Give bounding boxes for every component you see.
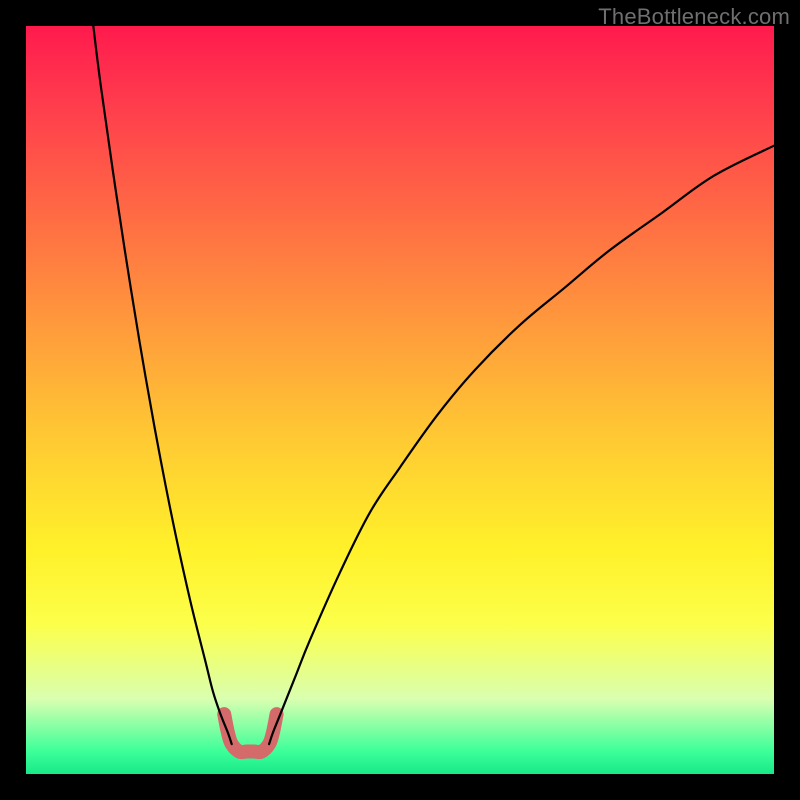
curve-right	[269, 146, 774, 744]
watermark-text: TheBottleneck.com	[598, 4, 790, 30]
highlight-bucket	[224, 714, 276, 752]
curve-left	[93, 26, 231, 744]
plot-svg	[26, 26, 774, 774]
chart-area	[26, 26, 774, 774]
